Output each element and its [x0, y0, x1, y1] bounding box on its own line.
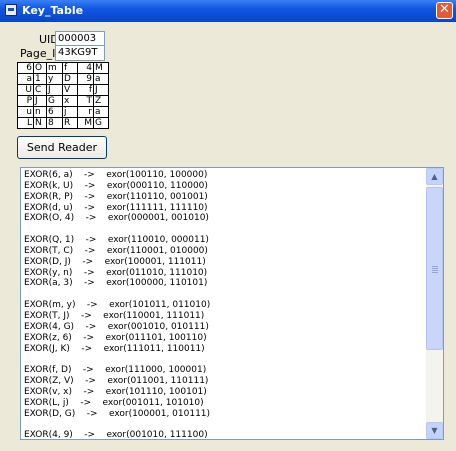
log-blank-line: [24, 224, 422, 235]
page-id-field[interactable]: 43KG9T: [55, 45, 105, 61]
key-table-cell: j: [62, 106, 78, 118]
scroll-down-arrow-icon: ▼: [431, 426, 438, 435]
log-line: EXOR(k, U) -> exor(000110, 110000): [24, 180, 208, 191]
log-blank-line: [24, 289, 422, 300]
log-line: EXOR(f, D) -> exor(111000, 100001): [24, 365, 207, 376]
key-table-cell: G: [93, 117, 109, 129]
key-table-cell: G: [46, 95, 63, 107]
log-line: EXOR(D, J) -> exor(100001, 111011): [24, 256, 206, 267]
key-table-cell: T: [77, 95, 94, 107]
key-table-cell: 6: [17, 62, 34, 74]
key-table-cell: R: [62, 117, 78, 129]
scroll-up-button[interactable]: ▲: [426, 168, 443, 185]
key-table-cell: M: [77, 117, 94, 129]
key-table-cell: N: [33, 117, 47, 129]
key-table-cell: y: [46, 73, 63, 85]
log-blank-line: [24, 419, 422, 430]
window-title: Key_Table: [22, 4, 84, 17]
log-line: EXOR(R, P) -> exor(110110, 001001): [24, 191, 208, 202]
scroll-up-arrow-icon: ▲: [431, 172, 438, 181]
key-table-cell: J: [46, 84, 63, 96]
key-table-cell: u: [17, 106, 34, 118]
log-blank-line: [24, 354, 422, 365]
key-table-cell: 4: [77, 62, 94, 74]
send-reader-button[interactable]: Send Reader: [17, 136, 107, 159]
key-table-cell: 8: [46, 117, 63, 129]
exor-log-box[interactable]: EXOR(6, a) -> exor(100110, 100000) EXOR(k…: [20, 167, 444, 440]
key-table-cell: Z: [93, 95, 109, 107]
vertical-scrollbar[interactable]: ▲ ▼: [426, 168, 443, 439]
log-line: EXOR(O, 4) -> exor(000001, 001010): [24, 213, 209, 224]
key-table-row: LN8RMG: [17, 117, 109, 129]
log-line: EXOR(y, n) -> exor(011010, 111010): [24, 267, 208, 278]
key-table-cell: m: [46, 62, 63, 74]
key-table-cell: D: [62, 73, 78, 85]
log-line: EXOR(4, 9) -> exor(001010, 111100): [24, 430, 208, 440]
key-table-cell: J: [93, 84, 109, 96]
key-table-cell: n: [33, 106, 47, 118]
key-table-row: UCJVfJ: [17, 84, 109, 96]
key-table-cell: x: [62, 95, 78, 107]
key-table-cell: J: [33, 95, 47, 107]
key-table-cell: r: [77, 106, 94, 118]
key-table-cell: a: [93, 106, 109, 118]
title-bar[interactable]: Key_Table ✕: [0, 0, 456, 22]
close-button[interactable]: ✕: [436, 2, 453, 19]
key-table-cell: 1: [33, 73, 47, 85]
log-line: EXOR(d, u) -> exor(111111, 111110): [24, 202, 208, 213]
key-table-cell: L: [17, 117, 34, 129]
log-line: EXOR(D, G) -> exor(100001, 010111): [24, 408, 211, 419]
log-line: EXOR(Q, 1) -> exor(110010, 000011): [24, 235, 209, 246]
key-table-cell: f: [77, 84, 94, 96]
log-line: EXOR(T, J) -> exor(110001, 111011): [24, 310, 205, 321]
key-table-grid: 6Omf4Ma1yD9aUCJVfJPJGxTZun6jraLN8RMG: [17, 62, 109, 129]
key-table-cell: a: [17, 73, 34, 85]
scrollbar-thumb[interactable]: [426, 187, 443, 350]
log-line: EXOR(J, K) -> exor(111011, 110011): [24, 343, 205, 354]
log-line: EXOR(m, y) -> exor(101011, 011010): [24, 300, 211, 311]
log-line: EXOR(z, 6) -> exor(011101, 100110): [24, 332, 207, 343]
key-table-row: un6jra: [17, 106, 109, 118]
log-line: EXOR(T, C) -> exor(110001, 010000): [24, 245, 208, 256]
log-line: EXOR(v, x) -> exor(101110, 100101): [24, 386, 207, 397]
key-table-cell: 9: [77, 73, 94, 85]
log-line: EXOR(a, 3) -> exor(100000, 110101): [24, 278, 208, 289]
app-window-icon: [5, 4, 17, 16]
key-table-row: 6Omf4M: [17, 62, 109, 74]
key-table-row: a1yD9a: [17, 73, 109, 85]
close-icon: ✕: [439, 2, 450, 17]
log-line: EXOR(6, a) -> exor(100110, 100000): [24, 170, 208, 180]
key-table-cell: V: [62, 84, 78, 96]
scrollbar-grip-icon: [432, 266, 438, 273]
key-table-cell: O: [33, 62, 47, 74]
key-table-cell: U: [17, 84, 34, 96]
key-table-cell: 6: [46, 106, 63, 118]
log-line: EXOR(Z, V) -> exor(011001, 110111): [24, 376, 209, 387]
key-table-row: PJGxTZ: [17, 95, 109, 107]
log-line: EXOR(4, G) -> exor(001010, 010111): [24, 321, 209, 332]
exor-log-lines: EXOR(6, a) -> exor(100110, 100000) EXOR(k…: [24, 170, 422, 440]
key-table-cell: P: [17, 95, 34, 107]
log-line: EXOR(L, j) -> exor(001011, 101010): [24, 397, 204, 408]
key-table-cell: M: [93, 62, 109, 74]
key-table-cell: C: [33, 84, 47, 96]
scroll-down-button[interactable]: ▼: [426, 422, 443, 439]
key-table-cell: a: [93, 73, 109, 85]
key-table-cell: f: [62, 62, 78, 74]
